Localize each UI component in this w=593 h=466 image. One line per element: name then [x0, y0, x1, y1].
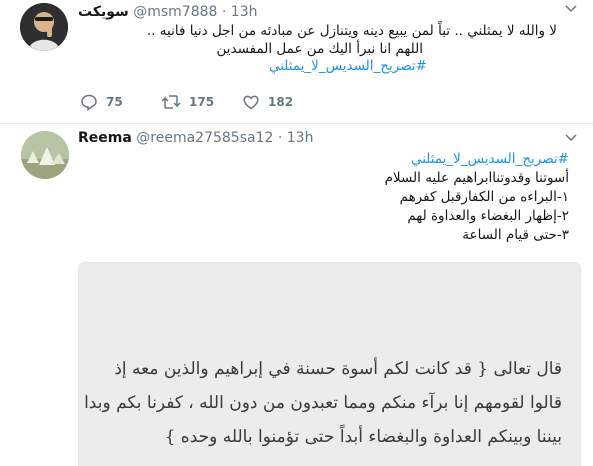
tweet-text-line: أسوتنا وقدوتناابراهيم عليه السلام	[384, 170, 569, 186]
like-button[interactable]: 182	[242, 92, 293, 112]
retweet-button[interactable]: 175	[161, 92, 214, 112]
tweet-header: سويكت @msm7888 · 13h	[78, 3, 257, 21]
user-handle[interactable]: @reema27585sa12	[136, 130, 273, 146]
retweet-count: 175	[189, 95, 215, 109]
tweet-image[interactable]: قال تعالى { قد كانت لكم أسوة حسنة في إبر…	[78, 262, 581, 466]
separator-dot: ·	[221, 4, 227, 20]
separator-dot: ·	[277, 130, 283, 146]
reply-count: 75	[106, 95, 123, 109]
reply-button[interactable]: 75	[80, 92, 123, 112]
reply-icon	[81, 94, 97, 111]
tweet-text-line: ١-البراءه من الكفارقبل كفرهم	[399, 189, 569, 205]
image-text-line: بيننا وبينكم العداوة والبغضاء أبداً حتى …	[164, 427, 562, 447]
avatar[interactable]	[21, 131, 69, 179]
tweet-text-line: اللهم انا نبرأ اليك من عمل المفسدين	[216, 41, 423, 57]
tweet-header: Reema @reema27585sa12 · 13h	[78, 129, 313, 147]
tweet-card[interactable]: سويكت @msm7888 · 13h لا والله لا يمثلني …	[0, 0, 593, 124]
heart-icon	[243, 95, 259, 110]
tweet-text-line: لا والله لا يمثلني .. تباً لمن يبيع دينه…	[146, 23, 557, 39]
hashtag-link[interactable]: #تصريح_السديس_لا_يمثلني	[411, 151, 569, 169]
like-count: 182	[268, 95, 294, 109]
user-handle[interactable]: @msm7888	[133, 4, 217, 20]
chevron-down-icon[interactable]	[563, 133, 579, 145]
display-name[interactable]: Reema	[78, 130, 132, 146]
tweet-text-line: ٢-إظهار البغضاء والعداوة لهم	[407, 208, 569, 224]
display-name[interactable]: سويكت	[78, 4, 129, 20]
image-text-line: قال تعالى { قد كانت لكم أسوة حسنة في إبر…	[114, 359, 562, 379]
chevron-down-icon[interactable]	[563, 4, 579, 16]
tweet-text-line: ٣-حتى قيام الساعة	[462, 227, 569, 243]
avatar[interactable]	[20, 3, 68, 51]
image-text-line: قالوا لقومهم إنا برآء منكم ومما تعبدون م…	[84, 393, 562, 413]
tweet-timestamp[interactable]: 13h	[231, 4, 258, 20]
avatar-image	[20, 3, 68, 51]
avatar-image	[21, 131, 69, 179]
hashtag-link[interactable]: #تصريح_السديس_لا_يمثلني	[269, 58, 427, 76]
retweet-icon	[161, 95, 181, 109]
tweet-timestamp[interactable]: 13h	[287, 130, 314, 146]
